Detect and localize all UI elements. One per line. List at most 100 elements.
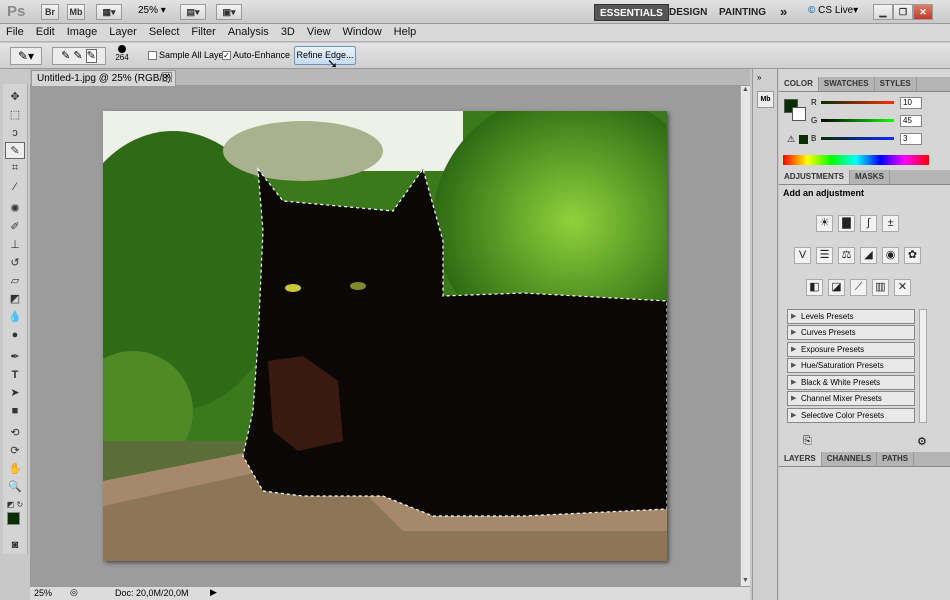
color-spectrum-ramp[interactable] <box>783 155 929 165</box>
auto-enhance-option[interactable]: ✓ Auto-Enhance <box>222 50 290 61</box>
menu-analysis[interactable]: Analysis <box>222 24 275 41</box>
history-brush-tool-icon[interactable]: ↺ <box>5 254 25 271</box>
preset-black-white[interactable]: Black & White Presets <box>787 375 915 390</box>
color-background-swatch[interactable] <box>792 107 806 121</box>
path-selection-tool-icon[interactable]: ➤ <box>5 384 25 401</box>
sample-all-layers-option[interactable]: Sample All Layers <box>148 50 231 61</box>
lasso-tool-icon[interactable]: ↄ <box>5 124 25 141</box>
tab-masks[interactable]: MASKS <box>850 170 890 184</box>
scroll-up-icon[interactable]: ▲ <box>741 86 750 93</box>
green-slider[interactable] <box>821 119 894 122</box>
invert-icon[interactable]: ◧ <box>806 279 823 296</box>
channel-mixer-icon[interactable]: ✿ <box>904 247 921 264</box>
pen-tool-icon[interactable]: ✒ <box>5 348 25 365</box>
refine-edge-button[interactable]: Refine Edge... <box>294 46 356 65</box>
gradient-map-icon[interactable]: ▥ <box>872 279 889 296</box>
status-info-icon[interactable]: ◎ <box>70 587 78 598</box>
zoom-tool-icon[interactable]: 🔍 <box>5 478 25 495</box>
zoom-level-dropdown[interactable]: 25% ▾ <box>138 5 166 16</box>
preset-channel-mixer[interactable]: Channel Mixer Presets <box>787 391 915 406</box>
return-to-adjustment-list-icon[interactable]: ⎘ <box>803 435 812 448</box>
out-of-gamut-warning-icon[interactable]: ⚠ <box>787 134 795 145</box>
swap-colors-icon[interactable]: ◩ ↻ <box>5 496 25 513</box>
menu-file[interactable]: File <box>0 24 30 41</box>
preset-exposure[interactable]: Exposure Presets <box>787 342 915 357</box>
vertical-scrollbar[interactable]: ▲ ▼ <box>740 86 750 586</box>
gamut-color-swatch[interactable] <box>799 135 808 144</box>
launch-mini-bridge-button[interactable]: Mb <box>67 4 85 20</box>
presets-scrollbar[interactable] <box>919 309 927 423</box>
brush-picker[interactable]: 264 <box>112 45 132 62</box>
menu-window[interactable]: Window <box>337 24 388 41</box>
clone-stamp-tool-icon[interactable]: ⊥ <box>5 236 25 253</box>
selective-color-icon[interactable]: ✕ <box>894 279 911 296</box>
hue-saturation-icon[interactable]: ☰ <box>816 247 833 264</box>
black-white-icon[interactable]: ◢ <box>860 247 877 264</box>
screen-mode-button[interactable]: ▣▾ <box>216 4 242 20</box>
3d-orbit-tool-icon[interactable]: ⟳ <box>5 442 25 459</box>
move-tool-icon[interactable]: ✥ <box>5 88 25 105</box>
preset-curves[interactable]: Curves Presets <box>787 325 915 340</box>
view-extras-button[interactable]: ▦▾ <box>96 4 122 20</box>
brightness-contrast-icon[interactable]: ☀ <box>816 215 833 232</box>
launch-bridge-button[interactable]: Br <box>41 4 59 20</box>
posterize-icon[interactable]: ◪ <box>828 279 845 296</box>
dodge-tool-icon[interactable]: ● <box>5 326 25 343</box>
paint-bucket-tool-icon[interactable]: ◩ <box>5 290 25 307</box>
preset-hue-saturation[interactable]: Hue/Saturation Presets <box>787 358 915 373</box>
blur-tool-icon[interactable]: 💧 <box>5 308 25 325</box>
menu-edit[interactable]: Edit <box>30 24 61 41</box>
tab-layers[interactable]: LAYERS <box>779 452 822 466</box>
selection-mode-buttons[interactable]: ✎ ✎ ✎ <box>52 47 106 65</box>
workspace-painting-button[interactable]: PAINTING <box>714 4 771 21</box>
menu-help[interactable]: Help <box>388 24 423 41</box>
workspace-design-button[interactable]: DESIGN <box>664 4 712 21</box>
menu-select[interactable]: Select <box>143 24 186 41</box>
blue-slider[interactable] <box>821 137 894 140</box>
scroll-down-icon[interactable]: ▼ <box>741 577 750 584</box>
more-workspaces-button[interactable]: » <box>775 4 792 21</box>
red-slider[interactable] <box>821 101 894 104</box>
blue-value-field[interactable]: 3 <box>900 133 922 145</box>
exposure-icon[interactable]: ± <box>882 215 899 232</box>
eyedropper-tool-icon[interactable]: ⁄ <box>5 178 25 195</box>
type-tool-icon[interactable]: T <box>5 366 25 383</box>
curves-icon[interactable]: ∫ <box>860 215 877 232</box>
status-zoom[interactable]: 25% <box>34 588 52 598</box>
close-button[interactable]: ✕ <box>913 4 933 20</box>
hand-tool-icon[interactable]: ✋ <box>5 460 25 477</box>
marquee-tool-icon[interactable]: ⬚ <box>5 106 25 123</box>
document-tab[interactable]: Untitled-1.jpg @ 25% (RGB/8) * ✕ <box>31 70 176 99</box>
tab-styles[interactable]: STYLES <box>875 77 917 91</box>
minimize-button[interactable]: ▁ <box>873 4 893 20</box>
document-image[interactable] <box>103 111 667 561</box>
photo-filter-icon[interactable]: ◉ <box>882 247 899 264</box>
tab-paths[interactable]: PATHS <box>877 452 915 466</box>
crop-tool-icon[interactable]: ⌗ <box>5 160 25 177</box>
foreground-color-swatch[interactable] <box>7 512 20 525</box>
color-balance-icon[interactable]: ⚖ <box>838 247 855 264</box>
rectangle-tool-icon[interactable]: ■ <box>5 402 25 419</box>
menu-image[interactable]: Image <box>61 24 104 41</box>
menu-filter[interactable]: Filter <box>185 24 221 41</box>
levels-icon[interactable]: ▇ <box>838 215 855 232</box>
menu-view[interactable]: View <box>301 24 337 41</box>
workspace-essentials-button[interactable]: ESSENTIALS <box>594 4 669 21</box>
sample-all-layers-checkbox[interactable] <box>148 51 157 61</box>
close-document-icon[interactable]: ✕ <box>162 72 172 82</box>
tab-swatches[interactable]: SWATCHES <box>819 77 875 91</box>
menu-layer[interactable]: Layer <box>103 24 143 41</box>
3d-rotate-tool-icon[interactable]: ⟲ <box>5 424 25 441</box>
spot-healing-tool-icon[interactable]: ✺ <box>5 200 25 217</box>
threshold-icon[interactable]: ⟋ <box>850 279 867 296</box>
tab-color[interactable]: COLOR <box>779 77 819 91</box>
cs-live-menu[interactable]: © CS Live▾ <box>808 5 858 16</box>
tool-preset-picker[interactable]: ✎▾ <box>10 47 42 65</box>
adjustment-panel-options-icon[interactable]: ⚙ <box>917 435 927 448</box>
red-value-field[interactable]: 10 <box>900 97 922 109</box>
brush-tool-icon[interactable]: ✐ <box>5 218 25 235</box>
tab-adjustments[interactable]: ADJUSTMENTS <box>779 170 851 184</box>
green-value-field[interactable]: 45 <box>900 115 922 127</box>
arrange-documents-button[interactable]: ▤▾ <box>180 4 206 20</box>
preset-levels[interactable]: Levels Presets <box>787 309 915 324</box>
